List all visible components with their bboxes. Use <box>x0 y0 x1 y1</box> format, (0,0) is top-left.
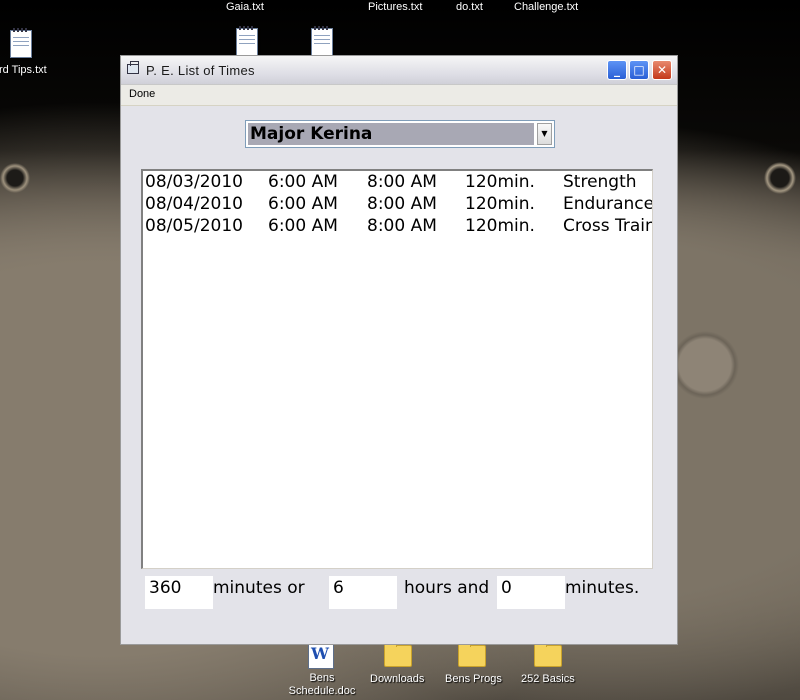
text-file-icon[interactable] <box>236 26 258 56</box>
person-dropdown[interactable]: Major Kerina ▼ <box>245 120 555 148</box>
title-bar[interactable]: P. E. List of Times _ □ ✕ <box>121 56 677 85</box>
remaining-minutes-field[interactable]: 0 <box>497 576 565 609</box>
total-minutes-field[interactable]: 360 <box>145 576 213 609</box>
text-file-icon[interactable] <box>10 28 32 58</box>
desktop-label-challenge[interactable]: Challenge.txt <box>514 1 578 13</box>
word-doc-icon[interactable]: W <box>308 641 334 669</box>
time-summary: 360 minutes or 6 hours and 0 minutes. <box>121 576 677 612</box>
entry-start: 6:00 AM <box>268 172 338 192</box>
entry-start: 6:00 AM <box>268 194 338 214</box>
entry-type: Strength <box>563 172 637 192</box>
entry-date: 08/05/2010 <box>145 216 243 236</box>
list-item[interactable]: 08/04/2010 6:00 AM 8:00 AM 120min. Endur… <box>143 193 652 215</box>
minutes-label: minutes. <box>565 578 640 598</box>
times-listbox[interactable]: 08/03/2010 6:00 AM 8:00 AM 120min. Stren… <box>141 169 653 569</box>
hours-and-label: hours and <box>404 578 490 598</box>
pe-list-window: P. E. List of Times _ □ ✕ Done Major Ker… <box>120 55 678 645</box>
entry-type: Cross Training <box>563 216 652 236</box>
entry-duration: 120min. <box>465 194 535 214</box>
desktop-label-252-basics[interactable]: 252 Basics <box>521 673 575 685</box>
entry-date: 08/04/2010 <box>145 194 243 214</box>
entry-end: 8:00 AM <box>367 216 437 236</box>
desktop-label-downloads[interactable]: Downloads <box>370 673 424 685</box>
hours-field[interactable]: 6 <box>329 576 397 609</box>
list-item[interactable]: 08/03/2010 6:00 AM 8:00 AM 120min. Stren… <box>143 171 652 193</box>
folder-icon[interactable] <box>384 641 412 667</box>
folder-icon[interactable] <box>458 641 486 667</box>
chevron-down-icon[interactable]: ▼ <box>537 123 552 145</box>
menu-bar: Done <box>121 85 677 106</box>
desktop-label-bens-schedule[interactable]: Bens Schedule.doc <box>288 672 356 698</box>
window-content: Major Kerina ▼ 08/03/2010 6:00 AM 8:00 A… <box>121 106 677 644</box>
desktop-label-do[interactable]: do.txt <box>456 1 483 13</box>
entry-end: 8:00 AM <box>367 194 437 214</box>
desktop-label-gaia[interactable]: Gaia.txt <box>226 1 264 13</box>
list-item[interactable]: 08/05/2010 6:00 AM 8:00 AM 120min. Cross… <box>143 215 652 237</box>
entry-start: 6:00 AM <box>268 216 338 236</box>
close-button[interactable]: ✕ <box>652 60 672 80</box>
folder-icon[interactable] <box>534 641 562 667</box>
desktop-label-pictures[interactable]: Pictures.txt <box>368 1 422 13</box>
dropdown-selected-value[interactable]: Major Kerina <box>248 123 534 145</box>
app-icon[interactable] <box>127 61 139 74</box>
window-title: P. E. List of Times <box>146 63 255 78</box>
minutes-or-label: minutes or <box>213 578 305 598</box>
minimize-button[interactable]: _ <box>607 60 627 80</box>
menu-done[interactable]: Done <box>121 85 163 103</box>
desktop-label-tips[interactable]: rd Tips.txt <box>0 64 47 76</box>
text-file-icon[interactable] <box>311 26 333 56</box>
maximize-button[interactable]: □ <box>629 60 649 80</box>
desktop-label-bens-progs[interactable]: Bens Progs <box>445 673 502 685</box>
entry-duration: 120min. <box>465 172 535 192</box>
entry-end: 8:00 AM <box>367 172 437 192</box>
entry-type: Endurance <box>563 194 653 214</box>
entry-date: 08/03/2010 <box>145 172 243 192</box>
entry-duration: 120min. <box>465 216 535 236</box>
